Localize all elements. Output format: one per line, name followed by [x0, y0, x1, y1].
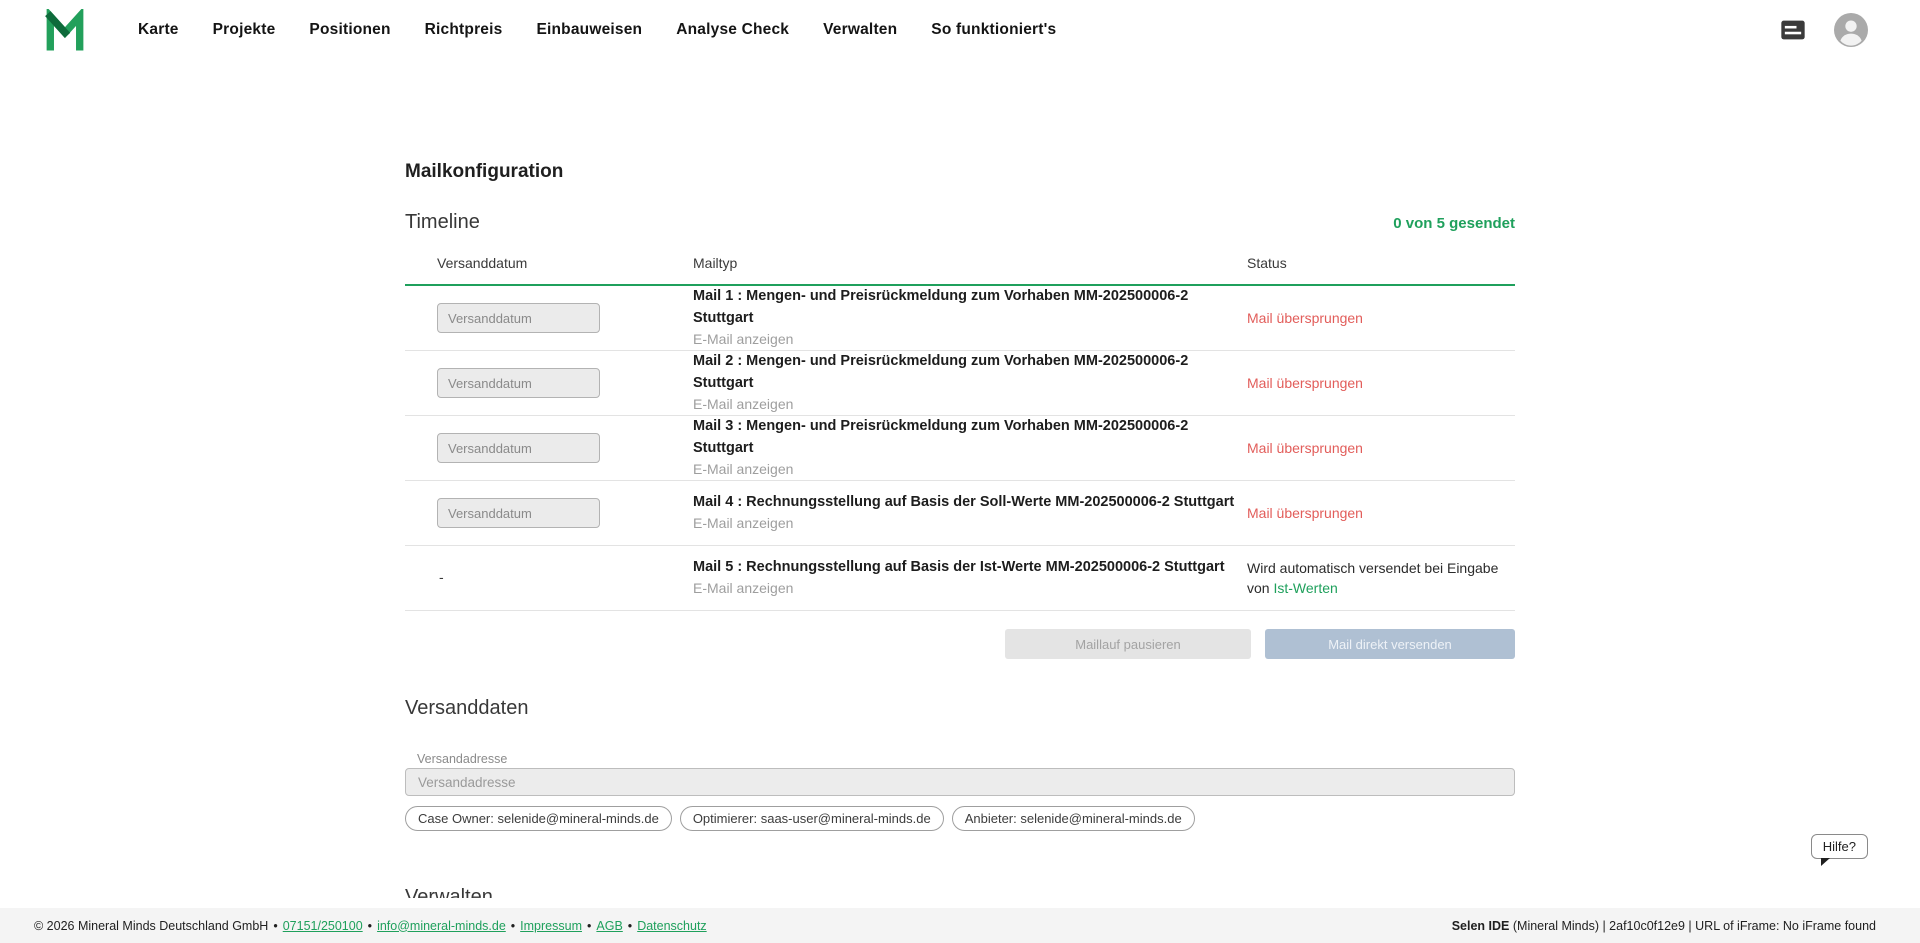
agb-link[interactable]: AGB: [596, 919, 622, 933]
mail-title: Mail 1 : Mengen- und Preisrückmeldung zu…: [693, 286, 1247, 328]
timeline-table: Versanddatum Mailtyp Status Mail 1 : Men…: [405, 242, 1515, 611]
mailtyp-cell: Mail 2 : Mengen- und Preisrückmeldung zu…: [693, 351, 1247, 414]
footer-info: Selen IDE (Mineral Minds) | 2af10c0f12e9…: [1452, 919, 1876, 933]
versanddatum-input-4[interactable]: [437, 498, 600, 528]
footer: © 2026 Mineral Minds Deutschland GmbH • …: [0, 908, 1920, 943]
footer-left: © 2026 Mineral Minds Deutschland GmbH • …: [34, 919, 707, 933]
show-email-link[interactable]: E-Mail anzeigen: [693, 394, 793, 415]
status-text: Wird automatisch versendet bei Eingabe v…: [1247, 560, 1498, 596]
show-email-link[interactable]: E-Mail anzeigen: [693, 513, 793, 534]
mail-title: Mail 3 : Mengen- und Preisrückmeldung zu…: [693, 416, 1247, 458]
chip-case-owner: Case Owner: selenide@mineral-minds.de: [405, 806, 672, 831]
logo[interactable]: [44, 9, 86, 51]
mailtyp-cell: Mail 4 : Rechnungsstellung auf Basis der…: [693, 492, 1247, 534]
status-cell: Mail übersprungen: [1247, 438, 1515, 458]
impressum-link[interactable]: Impressum: [520, 919, 582, 933]
versanddatum-input-3[interactable]: [437, 433, 600, 463]
timeline-section-header: Timeline 0 von 5 gesendet: [405, 208, 1515, 236]
phone-link[interactable]: 07151/250100: [283, 919, 363, 933]
ist-werten-link[interactable]: Ist-Werten: [1273, 580, 1337, 596]
versanddatum-empty: -: [437, 569, 444, 585]
timeline-heading: Timeline: [405, 208, 480, 236]
sent-count-badge: 0 von 5 gesendet: [1393, 215, 1515, 232]
nav-item-richtpreis[interactable]: Richtpreis: [425, 21, 503, 39]
content-container: Mailkonfiguration Timeline 0 von 5 gesen…: [405, 60, 1515, 898]
mail-row-1: Mail 1 : Mengen- und Preisrückmeldung zu…: [405, 286, 1515, 351]
versanddatum-cell: [405, 368, 693, 398]
timeline-actions: Maillauf pausieren Mail direkt versenden: [405, 629, 1515, 659]
separator: •: [511, 919, 515, 933]
table-header-row: Versanddatum Mailtyp Status: [405, 242, 1515, 286]
mail-title: Mail 4 : Rechnungsstellung auf Basis der…: [693, 492, 1247, 513]
copyright-text: © 2026 Mineral Minds Deutschland GmbH: [34, 919, 268, 933]
separator: •: [368, 919, 372, 933]
versandadresse-input[interactable]: [405, 768, 1515, 796]
chip-optimierer: Optimierer: saas-user@mineral-minds.de: [680, 806, 944, 831]
separator: •: [587, 919, 591, 933]
nav-item-so-funktionierts[interactable]: So funktioniert's: [931, 21, 1056, 39]
ide-details: (Mineral Minds) | 2af10c0f12e9 | URL of …: [1509, 919, 1876, 933]
ide-name: Selen IDE: [1452, 919, 1510, 933]
nav-item-karte[interactable]: Karte: [138, 21, 179, 39]
separator: •: [273, 919, 277, 933]
nav-item-einbauweisen[interactable]: Einbauweisen: [536, 21, 642, 39]
person-icon: [1834, 13, 1868, 47]
mail-row-3: Mail 3 : Mengen- und Preisrückmeldung zu…: [405, 416, 1515, 481]
status-cell: Wird automatisch versendet bei Eingabe v…: [1247, 558, 1515, 599]
maillauf-pausieren-button[interactable]: Maillauf pausieren: [1005, 629, 1251, 659]
nav-item-analyse-check[interactable]: Analyse Check: [676, 21, 789, 39]
column-header-mailtyp: Mailtyp: [693, 255, 1247, 271]
help-button[interactable]: Hilfe?: [1811, 834, 1868, 859]
mailtyp-cell: Mail 3 : Mengen- und Preisrückmeldung zu…: [693, 416, 1247, 479]
status-text: Mail übersprungen: [1247, 310, 1363, 326]
status-text: Mail übersprungen: [1247, 440, 1363, 456]
card-reader-icon[interactable]: [1778, 16, 1808, 44]
versandadresse-field: Versandadresse: [405, 752, 1515, 796]
mail-row-4: Mail 4 : Rechnungsstellung auf Basis der…: [405, 481, 1515, 546]
mail-direkt-versenden-button[interactable]: Mail direkt versenden: [1265, 629, 1515, 659]
status-text: Mail übersprungen: [1247, 505, 1363, 521]
top-nav: Karte Projekte Positionen Richtpreis Ein…: [0, 0, 1920, 60]
main-nav: Karte Projekte Positionen Richtpreis Ein…: [138, 21, 1778, 39]
column-header-status: Status: [1247, 255, 1515, 271]
show-email-link[interactable]: E-Mail anzeigen: [693, 578, 793, 599]
versanddatum-input-2[interactable]: [437, 368, 600, 398]
nav-item-positionen[interactable]: Positionen: [309, 21, 390, 39]
mail-title: Mail 2 : Mengen- und Preisrückmeldung zu…: [693, 351, 1247, 393]
verwalten-heading: Verwalten: [405, 883, 1515, 898]
mineral-minds-logo-icon: [44, 9, 86, 51]
mail-title: Mail 5 : Rechnungsstellung auf Basis der…: [693, 557, 1247, 578]
versanddaten-heading: Versanddaten: [405, 694, 1515, 722]
main-content: Mailkonfiguration Timeline 0 von 5 gesen…: [0, 60, 1920, 898]
versandadresse-label: Versandadresse: [405, 752, 1515, 766]
datenschutz-link[interactable]: Datenschutz: [637, 919, 706, 933]
versanddatum-cell: [405, 498, 693, 528]
versanddatum-cell: [405, 433, 693, 463]
show-email-link[interactable]: E-Mail anzeigen: [693, 459, 793, 480]
status-cell: Mail übersprungen: [1247, 373, 1515, 393]
topbar-right: [1778, 13, 1868, 47]
status-text: Mail übersprungen: [1247, 375, 1363, 391]
mail-row-5: - Mail 5 : Rechnungsstellung auf Basis d…: [405, 546, 1515, 611]
mailtyp-cell: Mail 1 : Mengen- und Preisrückmeldung zu…: [693, 286, 1247, 349]
recipient-chips: Case Owner: selenide@mineral-minds.de Op…: [405, 806, 1515, 831]
mail-row-2: Mail 2 : Mengen- und Preisrückmeldung zu…: [405, 351, 1515, 416]
status-cell: Mail übersprungen: [1247, 308, 1515, 328]
separator: •: [628, 919, 632, 933]
column-header-versanddatum: Versanddatum: [405, 255, 693, 271]
help-label: Hilfe?: [1823, 839, 1856, 854]
chip-anbieter: Anbieter: selenide@mineral-minds.de: [952, 806, 1195, 831]
versanddatum-cell: -: [405, 569, 693, 587]
versanddatum-cell: [405, 303, 693, 333]
page-title: Mailkonfiguration: [405, 160, 1515, 184]
mailtyp-cell: Mail 5 : Rechnungsstellung auf Basis der…: [693, 557, 1247, 599]
avatar[interactable]: [1834, 13, 1868, 47]
email-link[interactable]: info@mineral-minds.de: [377, 919, 506, 933]
nav-item-verwalten[interactable]: Verwalten: [823, 21, 897, 39]
show-email-link[interactable]: E-Mail anzeigen: [693, 329, 793, 350]
versanddatum-input-1[interactable]: [437, 303, 600, 333]
status-cell: Mail übersprungen: [1247, 503, 1515, 523]
nav-item-projekte[interactable]: Projekte: [213, 21, 276, 39]
